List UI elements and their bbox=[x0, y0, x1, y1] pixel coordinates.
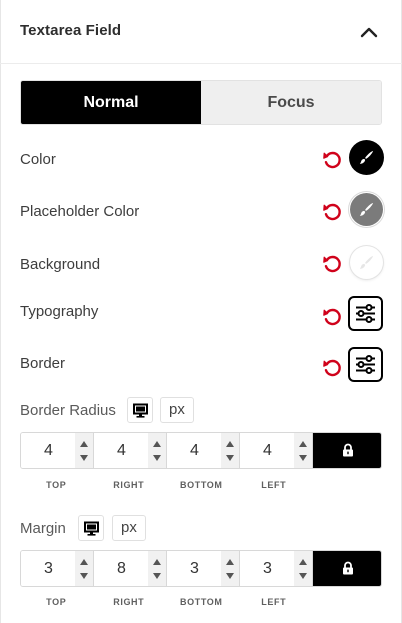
brush-icon bbox=[359, 150, 374, 164]
number-stepper[interactable] bbox=[221, 433, 239, 468]
side-label-bottom: BOTTOM bbox=[180, 597, 223, 607]
arrow-down-icon[interactable] bbox=[226, 455, 234, 461]
desktop-icon bbox=[133, 403, 148, 418]
lock-icon bbox=[343, 561, 353, 575]
border-radius-right-input[interactable]: 4 bbox=[94, 433, 149, 468]
border-radius-bottom-input[interactable]: 4 bbox=[167, 433, 222, 468]
typography-label: Typography bbox=[20, 303, 99, 320]
background-label: Background bbox=[20, 256, 101, 273]
side-label-left: LEFT bbox=[261, 480, 287, 490]
arrow-up-icon[interactable] bbox=[153, 559, 161, 565]
arrow-down-icon[interactable] bbox=[299, 455, 307, 461]
arrow-down-icon[interactable] bbox=[299, 573, 307, 579]
number-stepper[interactable] bbox=[148, 433, 166, 468]
state-tabs: Normal Focus bbox=[20, 80, 382, 125]
number-stepper[interactable] bbox=[75, 433, 93, 468]
margin-link-button[interactable] bbox=[313, 551, 381, 586]
arrow-up-icon[interactable] bbox=[226, 559, 234, 565]
margin-side-labels: TOP RIGHT BOTTOM LEFT bbox=[20, 597, 310, 607]
margin-left-input[interactable]: 3 bbox=[240, 551, 295, 586]
arrow-up-icon[interactable] bbox=[80, 559, 88, 565]
margin-right-field: 8 bbox=[94, 551, 167, 586]
border-radius-device-button[interactable] bbox=[127, 397, 153, 423]
margin-top-field: 3 bbox=[21, 551, 94, 586]
color-label: Color bbox=[20, 151, 56, 168]
brush-icon bbox=[359, 255, 374, 269]
border-radius-right-field: 4 bbox=[94, 433, 167, 468]
arrow-up-icon[interactable] bbox=[80, 441, 88, 447]
side-label-top: TOP bbox=[46, 480, 67, 490]
margin-device-button[interactable] bbox=[78, 515, 104, 541]
margin-top-input[interactable]: 3 bbox=[21, 551, 76, 586]
side-label-right: RIGHT bbox=[113, 597, 145, 607]
border-radius-top-input[interactable]: 4 bbox=[21, 433, 76, 468]
number-stepper[interactable] bbox=[294, 551, 312, 586]
tab-normal[interactable]: Normal bbox=[21, 81, 201, 124]
chevron-up-icon[interactable] bbox=[358, 22, 380, 42]
arrow-up-icon[interactable] bbox=[299, 441, 307, 447]
margin-label: Margin bbox=[20, 520, 66, 537]
background-swatch[interactable] bbox=[350, 246, 383, 279]
side-label-top: TOP bbox=[46, 597, 67, 607]
border-radius-side-labels: TOP RIGHT BOTTOM LEFT bbox=[20, 480, 310, 490]
border-radius-unit-button[interactable]: px bbox=[160, 397, 194, 423]
margin-unit-button[interactable]: px bbox=[112, 515, 146, 541]
arrow-up-icon[interactable] bbox=[226, 441, 234, 447]
lock-icon bbox=[343, 443, 353, 457]
arrow-down-icon[interactable] bbox=[80, 455, 88, 461]
typography-settings-button[interactable] bbox=[348, 296, 383, 331]
arrow-up-icon[interactable] bbox=[153, 441, 161, 447]
border-radius-link-button[interactable] bbox=[313, 433, 381, 468]
arrow-down-icon[interactable] bbox=[153, 573, 161, 579]
side-label-left: LEFT bbox=[261, 597, 287, 607]
side-label-right: RIGHT bbox=[113, 480, 145, 490]
reset-icon[interactable] bbox=[322, 202, 342, 222]
margin-inputs: 3 8 3 3 bbox=[20, 550, 382, 587]
placeholder-color-label: Placeholder Color bbox=[20, 203, 140, 220]
border-radius-inputs: 4 4 4 4 bbox=[20, 432, 382, 469]
reset-icon[interactable] bbox=[322, 358, 342, 378]
brush-icon bbox=[359, 202, 374, 216]
arrow-down-icon[interactable] bbox=[153, 455, 161, 461]
color-swatch[interactable] bbox=[350, 141, 383, 174]
desktop-icon bbox=[84, 521, 99, 536]
side-label-bottom: BOTTOM bbox=[180, 480, 223, 490]
arrow-down-icon[interactable] bbox=[80, 573, 88, 579]
border-label: Border bbox=[20, 355, 66, 372]
arrow-down-icon[interactable] bbox=[226, 573, 234, 579]
reset-icon[interactable] bbox=[322, 307, 342, 327]
border-radius-left-field: 4 bbox=[240, 433, 313, 468]
margin-bottom-input[interactable]: 3 bbox=[167, 551, 222, 586]
margin-left-field: 3 bbox=[240, 551, 313, 586]
number-stepper[interactable] bbox=[294, 433, 312, 468]
border-radius-left-input[interactable]: 4 bbox=[240, 433, 295, 468]
reset-icon[interactable] bbox=[322, 254, 342, 274]
border-radius-top-field: 4 bbox=[21, 433, 94, 468]
arrow-up-icon[interactable] bbox=[299, 559, 307, 565]
reset-icon[interactable] bbox=[322, 150, 342, 170]
number-stepper[interactable] bbox=[221, 551, 239, 586]
margin-right-input[interactable]: 8 bbox=[94, 551, 149, 586]
border-radius-label: Border Radius bbox=[20, 402, 116, 419]
sliders-icon bbox=[356, 355, 375, 374]
section-title: Textarea Field bbox=[20, 22, 122, 39]
sliders-icon bbox=[356, 304, 375, 323]
section-header[interactable]: Textarea Field bbox=[0, 0, 402, 64]
margin-bottom-field: 3 bbox=[167, 551, 240, 586]
tab-focus[interactable]: Focus bbox=[201, 81, 381, 124]
border-settings-button[interactable] bbox=[348, 347, 383, 382]
placeholder-color-swatch[interactable] bbox=[350, 193, 383, 226]
number-stepper[interactable] bbox=[75, 551, 93, 586]
number-stepper[interactable] bbox=[148, 551, 166, 586]
border-radius-bottom-field: 4 bbox=[167, 433, 240, 468]
